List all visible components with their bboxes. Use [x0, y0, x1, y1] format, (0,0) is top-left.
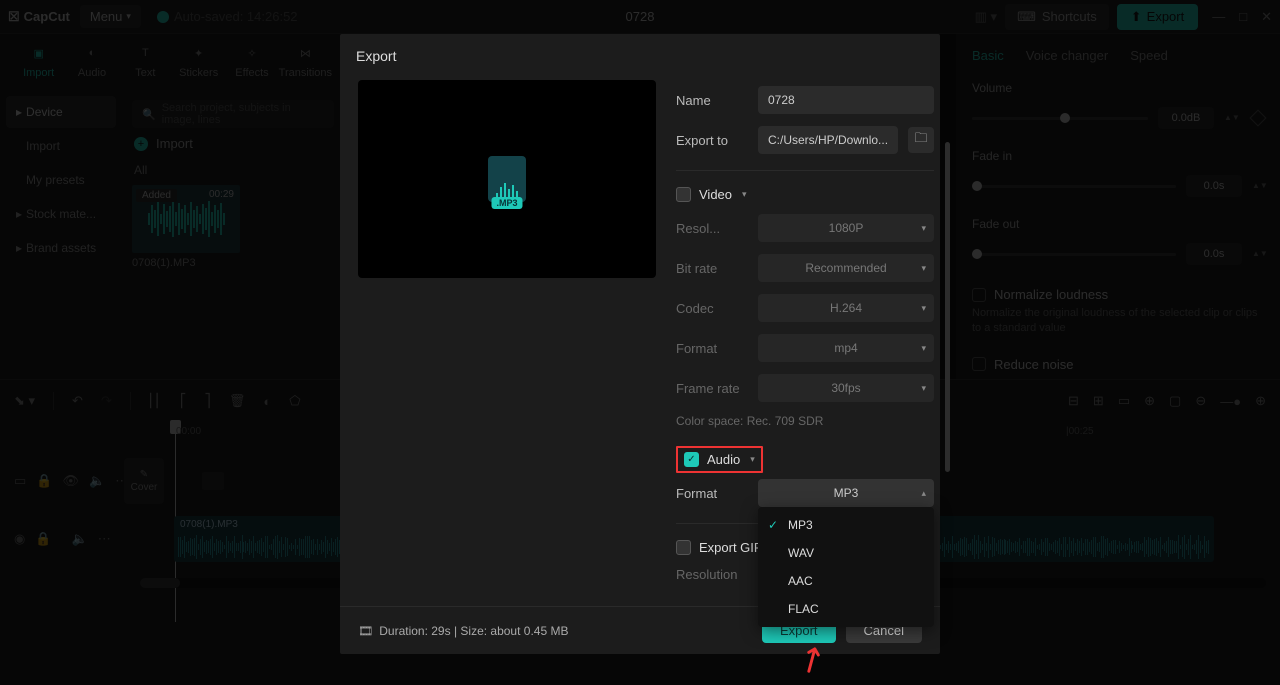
framerate-dropdown[interactable]: 30fps▾ [758, 374, 934, 402]
format-option-flac[interactable]: FLAC [758, 595, 934, 623]
video-checkbox[interactable] [676, 187, 691, 202]
name-input[interactable] [758, 86, 934, 114]
export-preview: .MP3 [358, 80, 656, 278]
export-info: 🎞 Duration: 29s | Size: about 0.45 MB [358, 624, 568, 638]
res-label: Resol... [676, 221, 748, 236]
modal-title: Export [340, 34, 940, 70]
colorspace-label: Color space: Rec. 709 SDR [676, 408, 934, 428]
bitrate-label: Bit rate [676, 261, 748, 276]
vformat-label: Format [676, 341, 748, 356]
aformat-label: Format [676, 486, 748, 501]
audio-format-menu: MP3 WAV AAC FLAC [758, 507, 934, 627]
audio-format-dropdown[interactable]: MP3▴ MP3 WAV AAC FLAC [758, 479, 934, 507]
mp3-file-icon: .MP3 [488, 156, 526, 202]
audio-checkbox[interactable]: ✓ [684, 452, 699, 467]
framerate-label: Frame rate [676, 381, 748, 396]
format-option-aac[interactable]: AAC [758, 567, 934, 595]
video-section[interactable]: Video▾ [676, 181, 934, 208]
format-option-wav[interactable]: WAV [758, 539, 934, 567]
format-option-mp3[interactable]: MP3 [758, 511, 934, 539]
codec-label: Codec [676, 301, 748, 316]
name-label: Name [676, 93, 748, 108]
gif-checkbox[interactable] [676, 540, 691, 555]
codec-dropdown[interactable]: H.264▾ [758, 294, 934, 322]
audio-section[interactable]: ✓ Audio▾ [676, 446, 763, 473]
gif-res-label: Resolution [676, 567, 748, 582]
exportto-path: C:/Users/HP/Downlo... [758, 126, 898, 154]
mp3-tag: .MP3 [491, 197, 522, 209]
bitrate-dropdown[interactable]: Recommended▾ [758, 254, 934, 282]
folder-icon[interactable]: 🗀 [908, 127, 934, 153]
exportto-label: Export to [676, 133, 748, 148]
modal-scrollbar[interactable] [945, 142, 950, 472]
resolution-dropdown[interactable]: 1080P▾ [758, 214, 934, 242]
vformat-dropdown[interactable]: mp4▾ [758, 334, 934, 362]
export-modal: Export .MP3 Name Export to C:/Users/HP/D… [340, 34, 940, 654]
